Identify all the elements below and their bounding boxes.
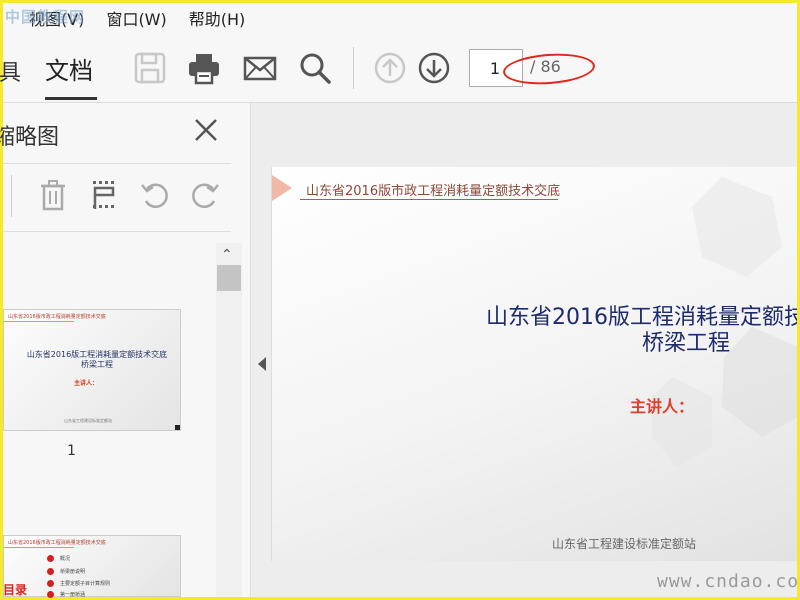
- page-speaker: 主讲人：: [630, 397, 695, 416]
- arrow-up-circle-icon[interactable]: [373, 51, 407, 85]
- page-thumbnail-1[interactable]: 山东省2016版市政工程消耗量定额技术交底 山东省2016版工程消耗量定额技术交…: [3, 309, 181, 431]
- page-header: 山东省2016版市政工程消耗量定额技术交底: [306, 184, 561, 199]
- rotate-right-icon[interactable]: [189, 179, 221, 211]
- page-footer: 山东省工程建设标准定额站: [552, 537, 697, 551]
- menu-window[interactable]: 窗口(W): [106, 6, 166, 30]
- tab-document[interactable]: 文档: [45, 51, 93, 86]
- sidebar-divider-2: [3, 231, 231, 232]
- search-icon[interactable]: [298, 51, 332, 85]
- header-marker: [272, 175, 292, 201]
- document-page: 山东省2016版市政工程消耗量定额技术交底 山东省2016版工程消耗量定额技 桥…: [271, 167, 797, 561]
- save-icon[interactable]: [133, 51, 167, 85]
- thumbnail-sidebar: 缩略图 ⌃ 山东省2016版市政工程消耗量定额技术交底 山东省2016版工程消耗…: [0, 103, 251, 598]
- tab-tools-partial[interactable]: 具: [0, 55, 21, 87]
- arrow-down-circle-icon[interactable]: [417, 51, 451, 85]
- thumbnail-title-line2: 桥梁工程: [81, 360, 113, 369]
- thumbnail-header: 山东省2016版市政工程消耗量定额技术交底: [8, 540, 106, 546]
- thumbnail-header-line: [4, 321, 74, 322]
- menu-help[interactable]: 帮助(H): [189, 6, 246, 30]
- menu-bar: 视图(V) 窗口(W) 帮助(H): [3, 3, 797, 33]
- page-header-underline: [300, 199, 558, 200]
- delete-icon[interactable]: [37, 179, 69, 211]
- thumbnail-title-line1: 山东省2016版工程消耗量定额技术交底: [26, 350, 168, 359]
- toolbar: 具 文档 1 / 86: [0, 33, 797, 103]
- toc-row: 概况: [47, 555, 70, 562]
- toc-row: 主要定额子目计算规则: [47, 580, 110, 587]
- sidebar-tool-separator: [11, 175, 12, 217]
- close-icon[interactable]: [193, 117, 219, 143]
- page-thumbnail-2[interactable]: 山东省2016版市政工程消耗量定额技术交底: [3, 535, 181, 597]
- thumbnail-header-line: [4, 547, 74, 548]
- rotate-left-icon[interactable]: [139, 179, 171, 211]
- background-decoration: [652, 177, 797, 467]
- mail-icon[interactable]: [243, 51, 277, 85]
- extract-pages-icon[interactable]: [89, 179, 121, 211]
- collapse-sidebar-icon[interactable]: [258, 357, 266, 371]
- tab-active-indicator: [45, 97, 97, 100]
- thumbnail-speaker: 主讲人：: [74, 380, 99, 387]
- thumbnail-footer: 山东省工程建设标准定额站: [64, 418, 112, 423]
- scrollbar-thumb[interactable]: [217, 265, 241, 291]
- watermark-bottom-right: www.cndao.com: [657, 571, 800, 592]
- sidebar-title: 缩略图: [0, 125, 60, 150]
- print-icon[interactable]: [187, 51, 221, 85]
- toolbar-separator: [353, 47, 354, 89]
- sidebar-divider: [3, 163, 231, 164]
- thumbnail-resize-handle[interactable]: [175, 425, 180, 430]
- thumbnail-header: 山东省2016版市政工程消耗量定额技术交底: [8, 314, 106, 320]
- page-title-line2: 桥梁工程: [642, 331, 731, 356]
- toc-row: 桥梁册说明: [47, 568, 85, 575]
- thumbnail-title: 山东省2016版工程消耗量定额技术交底 桥梁工程: [22, 350, 172, 370]
- sidebar-scrollbar[interactable]: [216, 243, 242, 597]
- watermark-top-left: 中国教程网: [5, 8, 86, 26]
- thumbnail-page-number: 1: [67, 443, 76, 459]
- scroll-up-icon[interactable]: ⌃: [221, 247, 233, 263]
- toc-row: 第一册桥涵: [47, 591, 85, 598]
- toc-label: 目录: [3, 583, 28, 597]
